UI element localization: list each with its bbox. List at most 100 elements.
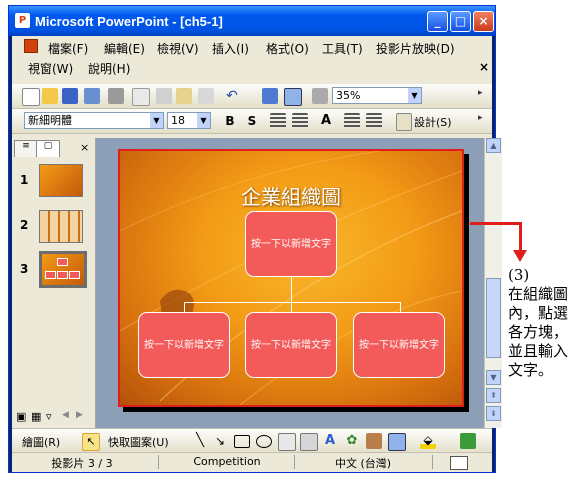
menu-tools[interactable]: 工具(T) — [322, 40, 363, 57]
slide-title[interactable]: 企業組織圖 — [120, 181, 462, 210]
minimize-button[interactable]: _ — [427, 11, 448, 32]
slide-thumbnail-1[interactable] — [39, 164, 83, 197]
insert-table-icon[interactable] — [284, 88, 302, 106]
scroll-left-icon[interactable]: ◀ — [62, 410, 69, 420]
menu-edit[interactable]: 編輯(E) — [104, 40, 145, 57]
insert-chart-icon[interactable] — [262, 88, 278, 104]
select-pointer-icon[interactable]: ↖ — [82, 433, 100, 451]
slide-editing-area: 企業組織圖 按一下以新增文字 按一下以新增文字 按一下以新增文字 按一下以新增文… — [96, 138, 492, 428]
annotation-line: 各方塊， — [508, 323, 569, 341]
slide-thumbnail-3[interactable] — [39, 251, 87, 288]
zoom-value: 35% — [336, 89, 361, 102]
undo-icon[interactable]: ↶ — [226, 88, 242, 104]
close-pane-icon[interactable]: × — [80, 141, 89, 154]
draw-menu[interactable]: 繪圖(R) — [22, 434, 60, 450]
close-button[interactable]: × — [473, 11, 494, 32]
menu-insert[interactable]: 插入(I) — [212, 40, 249, 57]
clipart-icon[interactable] — [366, 433, 382, 449]
view-buttons: ▣ ▦ ▿ ◀ ▶ — [14, 410, 94, 424]
textbox-icon[interactable] — [278, 433, 296, 451]
slide-sorter-icon[interactable]: ▦ — [31, 410, 41, 423]
org-connector — [184, 302, 185, 312]
scroll-up-icon[interactable]: ▲ — [486, 138, 501, 153]
scroll-thumb[interactable] — [486, 278, 501, 358]
font-select[interactable]: 新細明體 ▼ — [24, 112, 164, 129]
toolbar-options-icon[interactable]: ▸ — [478, 88, 488, 104]
insert-picture-icon[interactable] — [388, 433, 406, 451]
maximize-button[interactable]: □ — [450, 11, 471, 32]
increase-indent-icon[interactable] — [366, 113, 382, 129]
toolbar-options-icon[interactable]: ▸ — [478, 113, 488, 129]
bullets-icon[interactable] — [292, 113, 308, 129]
paste-icon[interactable] — [176, 88, 192, 104]
doc-icon[interactable] — [24, 39, 38, 53]
scroll-down-icon[interactable]: ▼ — [486, 370, 501, 385]
menu-format[interactable]: 格式(O) — [266, 40, 309, 57]
app-body: 檔案(F) 編輯(E) 檢視(V) 插入(I) 格式(O) 工具(T) 投影片放… — [12, 36, 502, 472]
fill-color-icon[interactable]: ⬙ — [420, 433, 436, 449]
diagram-icon[interactable]: ✿ — [344, 433, 360, 449]
close-document-icon[interactable]: × — [479, 60, 489, 74]
design-button[interactable]: 設計(S) — [414, 114, 452, 130]
drawing-toolbar: 繪圖(R) ↖ 快取圖案(U) ╲ ↘ A ✿ ⬙ — [12, 428, 492, 453]
org-box-middle[interactable]: 按一下以新增文字 — [245, 312, 337, 378]
3d-style-icon[interactable] — [460, 433, 476, 449]
font-size-select[interactable]: 18 ▼ — [167, 112, 211, 129]
permission-icon[interactable] — [84, 88, 100, 104]
shadow-button[interactable]: S — [244, 113, 260, 129]
menu-view[interactable]: 檢視(V) — [157, 40, 199, 57]
chevron-down-icon[interactable]: ▼ — [150, 113, 163, 128]
slideshow-view-icon[interactable]: ▿ — [46, 410, 52, 423]
save-icon[interactable] — [62, 88, 78, 104]
org-box-right[interactable]: 按一下以新增文字 — [353, 312, 445, 378]
chevron-down-icon[interactable]: ▼ — [197, 113, 210, 128]
grid-icon[interactable] — [312, 88, 328, 104]
slide-number-3: 3 — [20, 262, 29, 276]
scroll-right-icon[interactable]: ▶ — [76, 410, 83, 420]
rectangle-icon[interactable] — [234, 435, 250, 448]
new-icon[interactable] — [22, 88, 40, 106]
org-box-top[interactable]: 按一下以新增文字 — [245, 211, 337, 277]
spelling-icon[interactable] — [132, 88, 150, 106]
formatting-toolbar: 新細明體 ▼ 18 ▼ B S A 設計(S) ▸ — [12, 109, 492, 134]
vertical-scrollbar[interactable]: ▲ ▼ ⇞ ⇟ — [484, 138, 502, 428]
format-painter-icon[interactable] — [198, 88, 214, 104]
status-divider — [158, 455, 159, 469]
slide-canvas[interactable]: 企業組織圖 按一下以新增文字 按一下以新增文字 按一下以新增文字 按一下以新增文… — [118, 149, 464, 407]
previous-slide-icon[interactable]: ⇞ — [486, 388, 501, 403]
open-icon[interactable] — [42, 88, 58, 104]
menu-window[interactable]: 視窗(W) — [28, 60, 73, 77]
increase-font-icon[interactable]: A — [318, 113, 334, 129]
slide-number-1: 1 — [20, 173, 29, 187]
wordart-icon[interactable]: A — [322, 433, 338, 449]
bold-button[interactable]: B — [222, 113, 238, 129]
spelling-status-icon[interactable] — [450, 456, 468, 470]
font-size-value: 18 — [171, 114, 185, 127]
powerpoint-app-icon[interactable]: P — [15, 13, 30, 28]
oval-icon[interactable] — [256, 435, 272, 448]
chevron-down-icon[interactable]: ▼ — [408, 88, 421, 103]
autoshapes-menu[interactable]: 快取圖案(U) — [108, 434, 169, 450]
menu-file[interactable]: 檔案(F) — [48, 40, 88, 57]
arrow-icon[interactable]: ↘ — [212, 433, 228, 449]
title-bar[interactable]: P Microsoft PowerPoint - [ch5-1] _ □ × — [9, 6, 495, 36]
slides-tab[interactable]: ▢ — [36, 140, 60, 157]
menu-help[interactable]: 說明(H) — [88, 60, 130, 77]
menu-slideshow[interactable]: 投影片放映(D) — [376, 40, 455, 57]
annotation-line: 文字。 — [508, 361, 554, 379]
normal-view-icon[interactable]: ▣ — [16, 410, 26, 423]
line-icon[interactable]: ╲ — [192, 433, 208, 449]
design-icon[interactable] — [396, 113, 412, 131]
decrease-indent-icon[interactable] — [344, 113, 360, 129]
vertical-textbox-icon[interactable] — [300, 433, 318, 451]
font-value: 新細明體 — [28, 114, 72, 127]
numbering-icon[interactable] — [270, 113, 286, 129]
cut-icon[interactable] — [156, 88, 172, 104]
status-divider — [432, 455, 433, 469]
zoom-select[interactable]: 35% ▼ — [332, 87, 422, 104]
org-box-left[interactable]: 按一下以新增文字 — [138, 312, 230, 378]
print-icon[interactable] — [108, 88, 124, 104]
outline-tab[interactable]: ≡ — [14, 140, 38, 157]
slide-thumbnail-2[interactable] — [39, 210, 83, 243]
next-slide-icon[interactable]: ⇟ — [486, 406, 501, 421]
